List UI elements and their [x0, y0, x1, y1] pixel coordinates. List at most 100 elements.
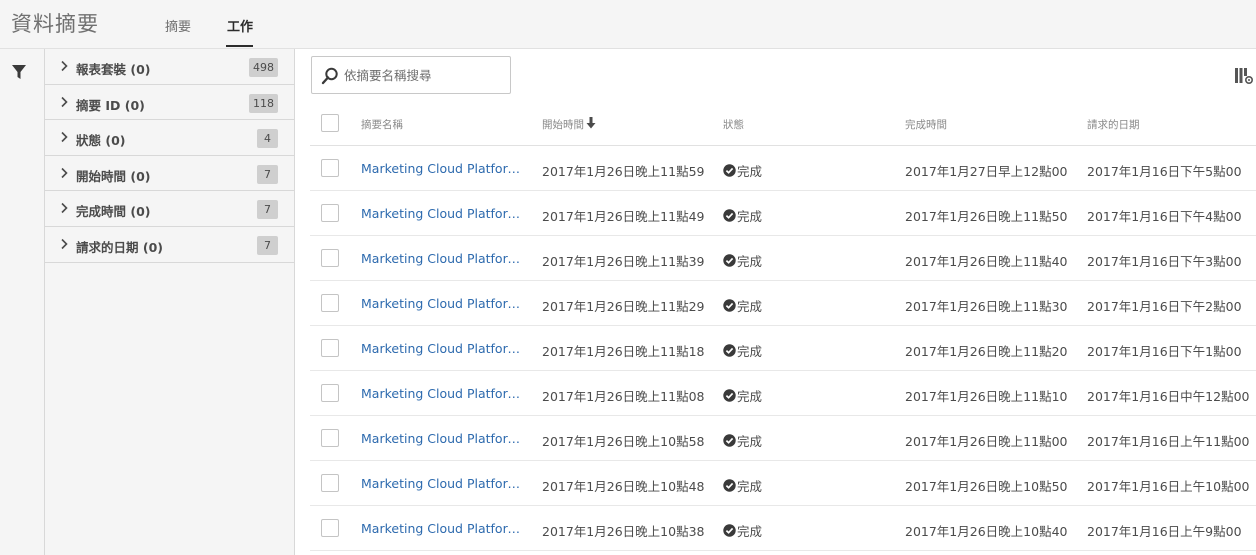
select-all-checkbox[interactable]	[321, 114, 339, 132]
digest-name-link[interactable]: Marketing Cloud Platform Co...	[361, 431, 526, 446]
start-time-cell: 2017年1月26日晚上11點18	[542, 344, 705, 359]
column-header-start-label: 開始時間	[542, 119, 584, 131]
facet-report-suite[interactable]: 報表套裝 (0) 498	[45, 49, 294, 85]
completion-time-cell: 2017年1月26日晚上11點20	[905, 344, 1068, 359]
requested-date-cell: 2017年1月16日上午10點00	[1087, 479, 1250, 494]
table-row[interactable]: Marketing Cloud Platform Co... 2017年1月26日…	[310, 236, 1256, 281]
status-cell: 完成	[723, 431, 762, 450]
table-row[interactable]: Marketing Cloud Platform Co... 2017年1月26日…	[310, 416, 1256, 461]
table-row[interactable]: Marketing Cloud Platform Co... 2017年1月26日…	[310, 281, 1256, 326]
digest-name-link[interactable]: Marketing Cloud Platform Co...	[361, 296, 526, 311]
left-rail	[0, 49, 45, 555]
facet-count-badge: 7	[257, 164, 278, 184]
tab-digest[interactable]: 摘要	[165, 16, 191, 35]
digest-name-link[interactable]: Marketing Cloud Platform Co...	[361, 206, 526, 221]
digest-name-link[interactable]: Marketing Cloud Platform Co...	[361, 386, 526, 401]
row-checkbox[interactable]	[321, 429, 339, 447]
tab-jobs[interactable]: 工作	[227, 16, 253, 35]
facet-panel: 報表套裝 (0) 498 摘要 ID (0) 118 狀態 (0) 4 開始時間…	[45, 49, 295, 555]
column-header-start[interactable]: 開始時間	[542, 117, 596, 132]
start-time-cell: 2017年1月26日晚上11點08	[542, 389, 705, 404]
digest-name-link[interactable]: Marketing Cloud Platform Co...	[361, 341, 526, 356]
chevron-right-icon	[61, 60, 68, 72]
status-text: 完成	[737, 344, 763, 359]
facet-label: 請求的日期 (0)	[76, 239, 163, 255]
facet-count-badge: 7	[257, 235, 278, 255]
chevron-right-icon	[61, 167, 68, 178]
status-text: 完成	[737, 209, 763, 224]
row-checkbox[interactable]	[321, 249, 339, 267]
facet-label: 狀態 (0)	[76, 133, 126, 149]
facet-count-badge: 7	[257, 200, 278, 220]
facet-requested-date[interactable]: 請求的日期 (0) 7	[45, 227, 294, 263]
table-row[interactable]: Marketing Cloud Platform Co... 2017年1月26日…	[310, 326, 1256, 371]
chevron-right-icon	[61, 96, 68, 107]
digest-name-link[interactable]: Marketing Cloud Platform Co...	[361, 521, 526, 536]
row-checkbox[interactable]	[321, 339, 339, 357]
facet-start-time[interactable]: 開始時間 (0) 7	[45, 156, 294, 192]
facet-label: 完成時間 (0)	[76, 204, 151, 220]
table-body: Marketing Cloud Platform Co... 2017年1月26日…	[310, 146, 1256, 551]
digest-name-link[interactable]: Marketing Cloud Platform Co...	[361, 476, 526, 491]
table-row[interactable]: Marketing Cloud Platform Co... 2017年1月26日…	[310, 146, 1256, 191]
filter-icon[interactable]	[11, 64, 27, 80]
requested-date-cell: 2017年1月16日上午9點00	[1087, 524, 1242, 539]
row-checkbox[interactable]	[321, 204, 339, 222]
chevron-right-icon	[61, 203, 68, 214]
completion-time-cell: 2017年1月26日晚上11點30	[905, 299, 1068, 314]
digest-name-link[interactable]: Marketing Cloud Platform Co...	[361, 251, 526, 266]
completion-time-cell: 2017年1月26日晚上11點50	[905, 209, 1068, 224]
search-icon	[321, 67, 338, 85]
column-header-status[interactable]: 狀態	[723, 117, 744, 132]
check-circle-icon	[723, 479, 736, 492]
row-checkbox[interactable]	[321, 519, 339, 537]
facet-label: 報表套裝 (0)	[76, 62, 151, 77]
completion-time-cell: 2017年1月26日晚上10點40	[905, 524, 1068, 539]
table-row[interactable]: Marketing Cloud Platform Co... 2017年1月26日…	[310, 506, 1256, 551]
row-checkbox[interactable]	[321, 294, 339, 312]
requested-date-cell: 2017年1月16日下午4點00	[1087, 209, 1242, 224]
completion-time-cell: 2017年1月26日晚上11點00	[905, 434, 1068, 449]
status-cell: 完成	[723, 476, 762, 495]
status-text: 完成	[737, 389, 763, 404]
jobs-table: 摘要名稱 開始時間 狀態 完成時間 請求的日期 Marketing Cloud …	[310, 101, 1256, 551]
check-circle-icon	[723, 164, 736, 177]
start-time-cell: 2017年1月26日晚上10點48	[542, 479, 705, 494]
requested-date-cell: 2017年1月16日上午11點00	[1087, 434, 1250, 449]
start-time-cell: 2017年1月26日晚上10點58	[542, 434, 705, 449]
check-circle-icon	[723, 344, 736, 357]
digest-name-link[interactable]: Marketing Cloud Platform Co...	[361, 161, 526, 176]
row-checkbox[interactable]	[321, 384, 339, 402]
chevron-right-icon	[61, 238, 68, 250]
start-time-cell: 2017年1月26日晚上11點49	[542, 209, 705, 224]
completion-time-cell: 2017年1月26日晚上10點50	[905, 479, 1068, 494]
facet-status[interactable]: 狀態 (0) 4	[45, 120, 294, 156]
search-input[interactable]	[344, 65, 504, 85]
column-header-requested[interactable]: 請求的日期	[1087, 117, 1140, 132]
start-time-cell: 2017年1月26日晚上11點29	[542, 299, 705, 314]
status-cell: 完成	[723, 206, 762, 225]
status-text: 完成	[737, 299, 763, 314]
status-text: 完成	[737, 479, 763, 494]
facet-digest-id[interactable]: 摘要 ID (0) 118	[45, 85, 294, 121]
start-time-cell: 2017年1月26日晚上10點38	[542, 524, 705, 539]
column-header-name[interactable]: 摘要名稱	[361, 117, 403, 132]
check-circle-icon	[723, 299, 736, 312]
column-header-completion[interactable]: 完成時間	[905, 117, 947, 132]
table-row[interactable]: Marketing Cloud Platform Co... 2017年1月26日…	[310, 371, 1256, 416]
facet-completion-time[interactable]: 完成時間 (0) 7	[45, 191, 294, 227]
app-header: 資料摘要 摘要 工作	[0, 0, 1256, 49]
start-time-cell: 2017年1月26日晚上11點59	[542, 164, 705, 179]
table-row[interactable]: Marketing Cloud Platform Co... 2017年1月26日…	[310, 191, 1256, 236]
requested-date-cell: 2017年1月16日下午3點00	[1087, 254, 1242, 269]
search-box	[311, 56, 511, 94]
status-cell: 完成	[723, 521, 762, 540]
check-circle-icon	[723, 209, 736, 222]
check-circle-icon	[723, 389, 736, 402]
row-checkbox[interactable]	[321, 159, 339, 177]
column-settings-icon[interactable]	[1234, 67, 1254, 85]
table-row[interactable]: Marketing Cloud Platform Co... 2017年1月26日…	[310, 461, 1256, 506]
completion-time-cell: 2017年1月27日早上12點00	[905, 164, 1068, 179]
requested-date-cell: 2017年1月16日中午12點00	[1087, 389, 1250, 404]
row-checkbox[interactable]	[321, 474, 339, 492]
